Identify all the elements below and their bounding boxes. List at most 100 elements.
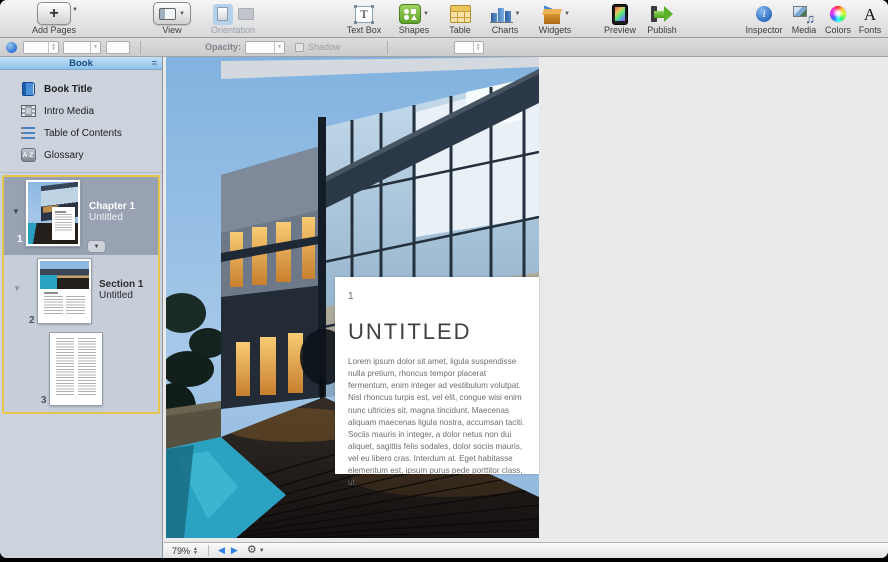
chapter-subtitle: Untitled xyxy=(89,212,135,223)
inspector-button[interactable]: i Inspector xyxy=(741,0,787,37)
colors-button[interactable]: Colors xyxy=(821,0,855,37)
shadow-label: Shadow xyxy=(308,42,341,52)
media-icon: ♫ xyxy=(793,6,815,23)
next-page-icon[interactable]: ▶ xyxy=(231,546,238,555)
opacity-dropdown[interactable]: ▼ xyxy=(245,41,285,54)
film-icon xyxy=(20,103,36,119)
text-box-button[interactable]: T Text Box xyxy=(342,0,386,37)
preview-icon xyxy=(612,4,628,25)
previous-page-icon[interactable]: ◀ xyxy=(218,546,225,555)
widgets-button[interactable]: ▼ Widgets xyxy=(532,0,578,37)
section-subtitle: Untitled xyxy=(99,290,143,301)
chapter-body-text[interactable]: Lorem ipsum dolor sit amet, ligula suspe… xyxy=(348,356,526,490)
orientation-label: Orientation xyxy=(211,25,255,35)
fonts-button[interactable]: A Fonts xyxy=(855,0,885,37)
preview-label: Preview xyxy=(604,25,636,35)
fonts-icon: A xyxy=(864,6,876,23)
disclosure-triangle-icon[interactable]: ▼ xyxy=(12,208,20,216)
chapter-selection-group: ▼ 1 Chapter 1 Untitled ▼ ▼ xyxy=(2,175,160,414)
list-icon xyxy=(20,125,36,141)
text-box-label: Text Box xyxy=(347,25,382,35)
sidebar-item-intro-media[interactable]: Intro Media xyxy=(0,100,162,122)
sidebar-item-glossary[interactable]: A·Z Glossary xyxy=(0,144,162,166)
shapes-icon xyxy=(399,4,421,24)
stroke-style-dropdown[interactable]: ▼ xyxy=(63,41,101,54)
font-size-stepper[interactable]: ▲▼ xyxy=(454,41,484,54)
chapter-text-card[interactable]: 1 UNTITLED Lorem ipsum dolor sit amet, l… xyxy=(335,277,539,474)
chevron-down-icon[interactable]: ▼ xyxy=(259,548,265,554)
table-icon xyxy=(450,5,471,23)
sidebar-header[interactable]: Book = xyxy=(0,57,162,70)
book-sidebar: Book = Book Title Intro Media Table of C… xyxy=(0,57,163,558)
portrait-orientation-icon[interactable] xyxy=(213,4,233,25)
disclosure-triangle-icon[interactable]: ▼ xyxy=(13,285,21,293)
chapter-number: 1 xyxy=(348,291,526,302)
table-button[interactable]: Table xyxy=(442,0,478,37)
inspector-label: Inspector xyxy=(745,25,782,35)
chapter-heading[interactable]: UNTITLED xyxy=(348,319,526,345)
publish-label: Publish xyxy=(647,25,677,35)
zoom-level[interactable]: 79% xyxy=(172,546,190,556)
widgets-label: Widgets xyxy=(539,25,572,35)
chevron-down-icon: ▼ xyxy=(515,11,521,17)
charts-label: Charts xyxy=(492,25,519,35)
view-icon[interactable]: ▼ xyxy=(153,2,191,25)
colors-icon xyxy=(830,6,846,22)
add-pages-label: Add Pages xyxy=(32,25,76,35)
page-number: 2 xyxy=(29,315,35,326)
fill-color-icon[interactable] xyxy=(6,42,17,53)
page-3-thumbnail[interactable] xyxy=(50,333,102,405)
inspector-icon: i xyxy=(756,6,772,22)
media-button[interactable]: ♫ Media xyxy=(787,0,821,37)
stroke-color-well[interactable] xyxy=(106,41,130,54)
chapter-pages-area: ▼ Section 1 Untitled 2 3 xyxy=(4,255,158,412)
shapes-label: Shapes xyxy=(399,25,430,35)
add-pages-button[interactable]: + ▼ Add Pages xyxy=(30,0,78,37)
colors-label: Colors xyxy=(825,25,851,35)
page-photo[interactable]: 1 UNTITLED Lorem ipsum dolor sit amet, l… xyxy=(166,57,539,538)
chevron-down-icon: ▼ xyxy=(72,7,78,13)
publish-button[interactable]: Publish xyxy=(642,0,682,37)
chapter-options-button[interactable]: ▼ xyxy=(88,241,105,252)
zoom-stepper-icon[interactable]: ▲▼ xyxy=(193,547,198,555)
chevron-down-icon: ▼ xyxy=(179,11,185,17)
gear-icon[interactable]: ⚙ xyxy=(247,545,257,556)
sidebar-item-table-of-contents[interactable]: Table of Contents xyxy=(0,122,162,144)
page-canvas[interactable]: 1 UNTITLED Lorem ipsum dolor sit amet, l… xyxy=(164,57,888,542)
page-number: 1 xyxy=(17,234,23,245)
sidebar-header-title: Book xyxy=(69,58,93,69)
landscape-orientation-icon[interactable] xyxy=(238,8,254,20)
opacity-label: Opacity: xyxy=(205,42,241,52)
glossary-icon: A·Z xyxy=(20,147,36,163)
shadow-checkbox[interactable] xyxy=(295,43,304,52)
chevron-down-icon: ▼ xyxy=(564,11,570,17)
sidebar-divider xyxy=(0,172,162,173)
add-pages-icon[interactable]: + xyxy=(37,2,71,25)
menu-icon[interactable]: = xyxy=(152,59,157,68)
page-number: 3 xyxy=(41,395,47,406)
status-bar: 79% ▲▼ ◀ ▶ ⚙ ▼ xyxy=(164,542,888,558)
main-toolbar: + ▼ Add Pages ▼ View Orientation T xyxy=(0,0,888,38)
chapter-title: Chapter 1 xyxy=(89,201,135,212)
view-label: View xyxy=(162,25,181,35)
book-icon xyxy=(20,81,36,97)
widgets-icon xyxy=(540,4,564,25)
section-title: Section 1 xyxy=(99,279,143,290)
sidebar-items: Book Title Intro Media Table of Contents… xyxy=(0,70,162,166)
chapter-1-row[interactable]: ▼ 1 Chapter 1 Untitled ▼ xyxy=(4,177,158,255)
section-1-thumbnail[interactable] xyxy=(38,259,91,323)
shapes-button[interactable]: ▼ Shapes xyxy=(392,0,436,37)
view-button[interactable]: ▼ View xyxy=(152,0,192,37)
sidebar-item-book-title[interactable]: Book Title xyxy=(0,78,162,100)
charts-button[interactable]: ▼ Charts xyxy=(484,0,526,37)
media-label: Media xyxy=(792,25,817,35)
stroke-width-stepper[interactable]: ▲▼ xyxy=(23,41,59,54)
preview-button[interactable]: Preview xyxy=(600,0,640,37)
ibooks-author-window: + ▼ Add Pages ▼ View Orientation T xyxy=(0,0,888,558)
format-bar: ▲▼ ▼ Opacity: ▼ Shadow ▲▼ xyxy=(0,38,888,57)
charts-icon xyxy=(490,6,513,23)
publish-icon xyxy=(650,4,674,24)
fonts-label: Fonts xyxy=(859,25,882,35)
chevron-down-icon: ▼ xyxy=(423,11,429,17)
chapter-1-thumbnail[interactable] xyxy=(26,180,80,246)
